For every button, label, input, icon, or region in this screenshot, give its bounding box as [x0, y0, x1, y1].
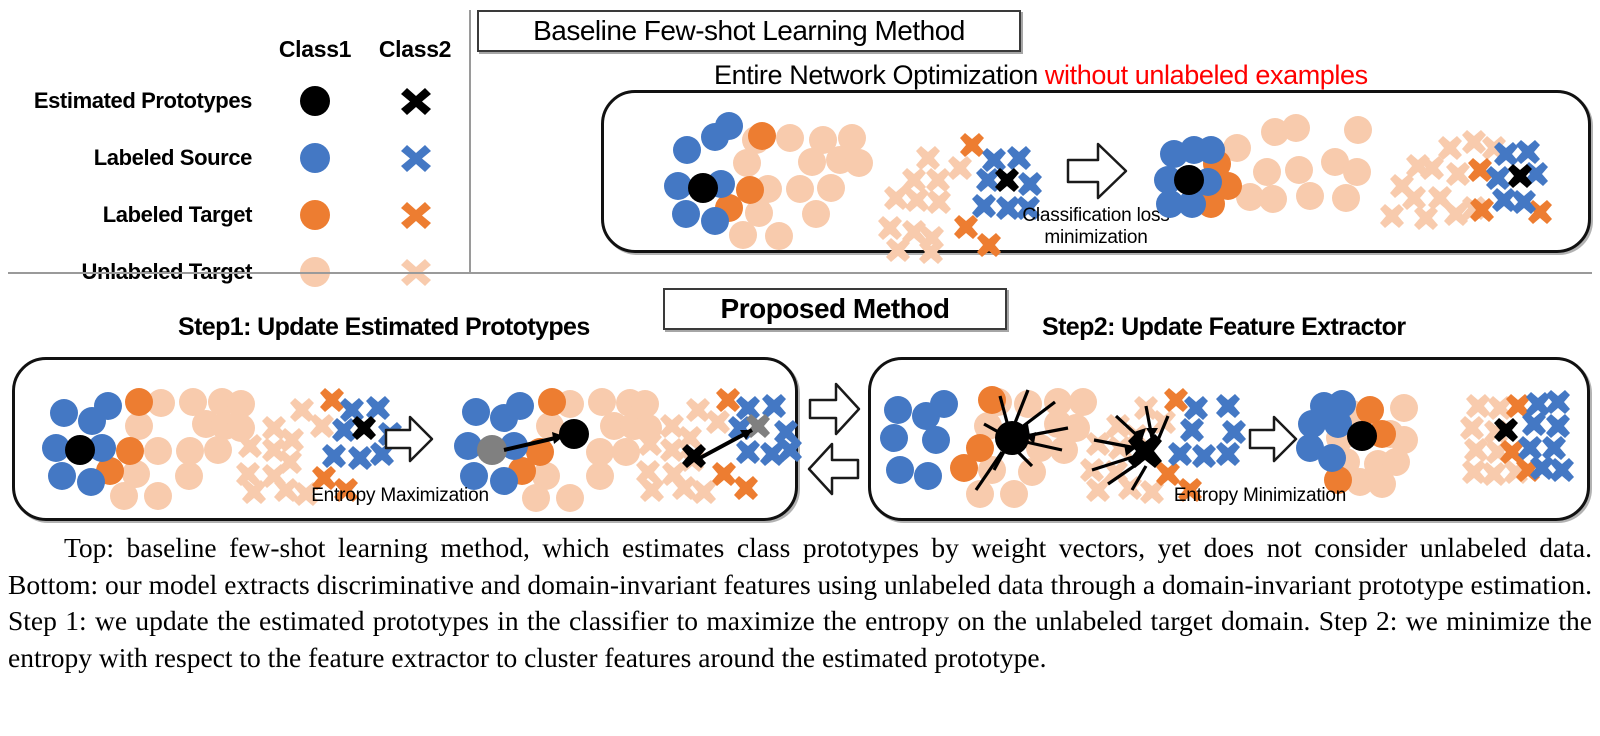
baseline-title-box: Baseline Few-shot Learning Method: [477, 10, 1021, 52]
baseline-after-scatter: [1154, 114, 1552, 230]
estimated-prototype-class1: [1174, 165, 1204, 195]
estimated-prototype-class1: [65, 435, 95, 465]
legend-label-estimated-prototypes: Estimated Prototypes: [33, 88, 253, 113]
estimated-prototype-class2: [1128, 434, 1162, 468]
step1-transition-arrow-icon: [384, 415, 434, 463]
vertical-divider: [469, 10, 471, 272]
figure-caption: Top: baseline few-shot learning method, …: [8, 532, 1592, 673]
horizontal-divider: [8, 272, 1592, 274]
legend: Class1 Class2 Estimated Prototypes Label…: [0, 18, 468, 287]
estimated-prototype-class1: [1347, 421, 1377, 451]
baseline-before-scatter: [664, 112, 1042, 264]
estimated-prototype-class1-old: [477, 435, 507, 465]
step1-note: Entropy Maximization: [311, 485, 489, 506]
proposed-method-title-text: Proposed Method: [720, 293, 950, 324]
legend-label-labeled-source: Labeled Source: [93, 145, 253, 170]
legend-marker-prototype-cross-icon: [401, 88, 431, 115]
labeled-source-circles: [880, 390, 958, 490]
figure-root: Class1 Class2 Estimated Prototypes Label…: [0, 0, 1600, 736]
legend-marker-labeled-target-cross-icon: [401, 202, 431, 229]
estimated-prototype-class1: [559, 419, 589, 449]
baseline-subtitle-red: without unlabeled examples: [1044, 60, 1368, 90]
arrow-right-icon: [808, 382, 861, 436]
estimated-prototype-class1: [688, 173, 718, 203]
unlabeled-target-circles: [1223, 114, 1372, 213]
baseline-transition-arrow-icon: [1066, 142, 1128, 200]
step1-title: Step1: Update Estimated Prototypes: [178, 313, 590, 341]
legend-column-header-class2: Class2: [378, 36, 452, 62]
step2-title: Step2: Update Feature Extractor: [1042, 313, 1406, 341]
baseline-title-text: Baseline Few-shot Learning Method: [533, 15, 965, 46]
estimated-prototype-class2: [352, 416, 376, 440]
legend-marker-prototype-circle: [300, 86, 330, 116]
arrow-left-icon: [807, 442, 860, 496]
proposed-method-title-box: Proposed Method: [663, 288, 1007, 330]
unlabeled-target-crosses: [878, 146, 972, 264]
estimated-prototype-class2: [995, 168, 1019, 192]
step2-note: Entropy Minimization: [1173, 485, 1347, 506]
estimated-prototype-class2-old: [746, 414, 770, 438]
legend-column-header-class1: Class1: [278, 36, 352, 62]
legend-marker-labeled-target-circle: [300, 200, 330, 230]
legend-label-labeled-target: Labeled Target: [102, 202, 253, 227]
estimated-prototype-class1: [995, 421, 1029, 455]
step-cycle-arrows: [807, 382, 861, 496]
legend-marker-labeled-source-circle: [300, 143, 330, 173]
legend-marker-labeled-source-cross-icon: [401, 145, 431, 172]
baseline-subtitle: Entire Network Optimization without unla…: [714, 60, 1368, 91]
step2-transition-arrow-icon: [1248, 415, 1298, 463]
baseline-subtitle-black: Entire Network Optimization: [714, 60, 1045, 90]
